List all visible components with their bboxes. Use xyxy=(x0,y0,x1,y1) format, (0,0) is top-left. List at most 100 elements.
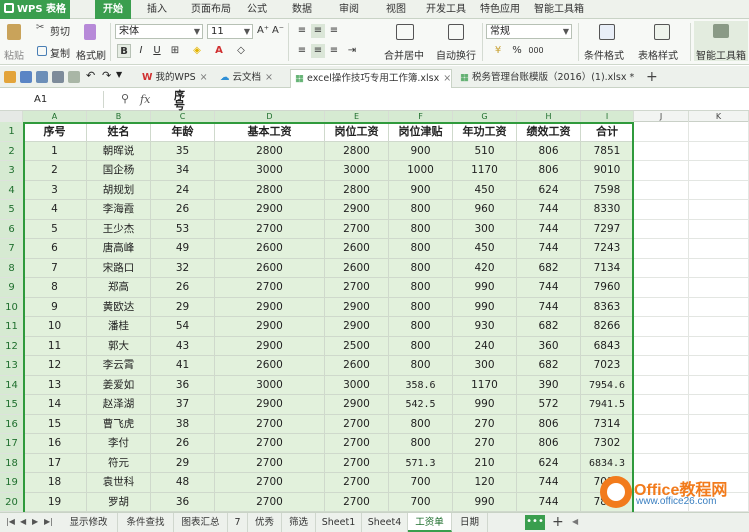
empty-cell[interactable] xyxy=(689,317,749,337)
align-center-icon[interactable]: ≡ xyxy=(311,44,325,58)
data-cell[interactable]: 2700 xyxy=(325,219,389,239)
data-cell[interactable]: 2900 xyxy=(325,395,389,415)
data-cell[interactable]: 29 xyxy=(151,297,215,317)
data-cell[interactable]: 806 xyxy=(517,434,581,454)
wrap-text-button[interactable]: 自动换行 xyxy=(434,21,480,62)
data-cell[interactable]: 7960 xyxy=(581,278,634,298)
row-header[interactable]: 16 xyxy=(0,414,23,434)
data-cell[interactable]: 990 xyxy=(453,297,517,317)
data-cell[interactable]: 360 xyxy=(517,336,581,356)
data-cell[interactable]: 420 xyxy=(453,258,517,278)
empty-cell[interactable] xyxy=(689,297,749,317)
data-cell[interactable]: 2700 xyxy=(215,453,325,473)
data-cell[interactable]: 7302 xyxy=(581,434,634,454)
empty-cell[interactable] xyxy=(634,375,689,395)
data-cell[interactable]: 6834.3 xyxy=(581,453,634,473)
data-cell[interactable]: 姜爱如 xyxy=(87,375,151,395)
close-icon[interactable]: × xyxy=(200,72,208,83)
empty-cell[interactable] xyxy=(634,434,689,454)
data-cell[interactable]: 2700 xyxy=(215,434,325,454)
sheet-tab[interactable]: 筛选 xyxy=(282,513,316,532)
data-cell[interactable]: 宋路口 xyxy=(87,258,151,278)
data-cell[interactable]: 450 xyxy=(453,180,517,200)
data-cell[interactable]: 7941.5 xyxy=(581,395,634,415)
data-cell[interactable]: 2500 xyxy=(325,336,389,356)
menu-tab-special[interactable]: 特色应用 xyxy=(478,0,522,19)
data-cell[interactable]: 700 xyxy=(389,492,453,512)
column-header[interactable]: I xyxy=(581,111,634,122)
empty-cell[interactable] xyxy=(689,219,749,239)
data-cell[interactable]: 800 xyxy=(389,200,453,220)
percent-button[interactable]: % xyxy=(510,44,524,58)
empty-cell[interactable] xyxy=(689,200,749,220)
column-header[interactable]: J xyxy=(634,111,689,122)
data-cell[interactable]: 赵泽湖 xyxy=(87,395,151,415)
data-cell[interactable]: 300 xyxy=(453,356,517,376)
format-painter-button[interactable]: 格式刷 xyxy=(76,21,106,62)
header-cell[interactable]: 姓名 xyxy=(87,122,151,142)
data-cell[interactable]: 14 xyxy=(23,395,87,415)
data-cell[interactable]: 2700 xyxy=(215,473,325,493)
data-cell[interactable]: 4 xyxy=(23,200,87,220)
empty-cell[interactable] xyxy=(634,219,689,239)
data-cell[interactable]: 800 xyxy=(389,317,453,337)
fill-color-icon[interactable]: ◈ xyxy=(190,44,204,58)
column-header[interactable]: H xyxy=(517,111,581,122)
row-header[interactable]: 10 xyxy=(0,297,23,317)
data-cell[interactable]: 390 xyxy=(517,375,581,395)
row-header[interactable]: 14 xyxy=(0,375,23,395)
font-name-select[interactable]: 宋体 ▼ xyxy=(115,24,203,39)
data-cell[interactable]: 2800 xyxy=(215,141,325,161)
data-cell[interactable]: 国企杨 xyxy=(87,161,151,181)
sheet-tab[interactable]: Sheet1 xyxy=(316,513,362,532)
row-header[interactable]: 18 xyxy=(0,453,23,473)
currency-icon[interactable]: ¥ xyxy=(488,44,508,58)
column-header[interactable]: B xyxy=(87,111,151,122)
data-cell[interactable]: 800 xyxy=(389,414,453,434)
data-cell[interactable]: 黄欧达 xyxy=(87,297,151,317)
data-cell[interactable]: 29 xyxy=(151,453,215,473)
data-cell[interactable]: 800 xyxy=(389,219,453,239)
undo-icon[interactable]: ↶ xyxy=(86,69,98,82)
data-cell[interactable]: 2700 xyxy=(215,414,325,434)
data-cell[interactable]: 36 xyxy=(151,375,215,395)
data-cell[interactable]: 571.3 xyxy=(389,453,453,473)
data-cell[interactable]: 806 xyxy=(517,141,581,161)
data-cell[interactable]: 700 xyxy=(389,473,453,493)
data-cell[interactable]: 2700 xyxy=(215,278,325,298)
doc-tab-workbook[interactable]: ▦ excel操作技巧专用工作簿.xlsx × xyxy=(290,69,452,88)
data-cell[interactable]: 7297 xyxy=(581,219,634,239)
data-cell[interactable]: 2900 xyxy=(215,317,325,337)
empty-cell[interactable] xyxy=(689,434,749,454)
data-cell[interactable]: 7314 xyxy=(581,414,634,434)
sheet-tab[interactable]: Sheet4 xyxy=(362,513,408,532)
data-cell[interactable]: 2700 xyxy=(325,278,389,298)
data-cell[interactable]: 3000 xyxy=(215,375,325,395)
data-cell[interactable]: 2700 xyxy=(325,473,389,493)
data-cell[interactable]: 510 xyxy=(453,141,517,161)
data-cell[interactable]: 120 xyxy=(453,473,517,493)
empty-cell[interactable] xyxy=(634,122,689,142)
row-header[interactable]: 20 xyxy=(0,492,23,512)
data-cell[interactable]: 袁世科 xyxy=(87,473,151,493)
doc-tab-cloud[interactable]: ☁ 云文档 × xyxy=(216,69,286,88)
merge-center-button[interactable]: 合并居中 xyxy=(382,21,428,62)
data-cell[interactable]: 210 xyxy=(453,453,517,473)
prev-sheet-icon[interactable]: ◀ xyxy=(20,517,26,526)
data-cell[interactable]: 572 xyxy=(517,395,581,415)
new-tab-icon[interactable]: + xyxy=(646,69,658,85)
table-style-button[interactable]: 表格样式 xyxy=(636,21,688,62)
row-header[interactable]: 2 xyxy=(0,141,23,161)
data-cell[interactable]: 16 xyxy=(23,434,87,454)
conditional-format-button[interactable]: 条件格式 xyxy=(582,21,632,62)
data-cell[interactable]: 罗胡 xyxy=(87,492,151,512)
eraser-icon[interactable]: ◇ xyxy=(234,44,248,58)
row-header[interactable]: 13 xyxy=(0,356,23,376)
data-cell[interactable]: 800 xyxy=(389,239,453,259)
data-cell[interactable]: 26 xyxy=(151,434,215,454)
data-cell[interactable]: 800 xyxy=(389,434,453,454)
indent-icon[interactable]: ⇥ xyxy=(345,44,359,58)
data-cell[interactable]: 郭大 xyxy=(87,336,151,356)
data-cell[interactable]: 49 xyxy=(151,239,215,259)
data-cell[interactable]: 2700 xyxy=(325,492,389,512)
